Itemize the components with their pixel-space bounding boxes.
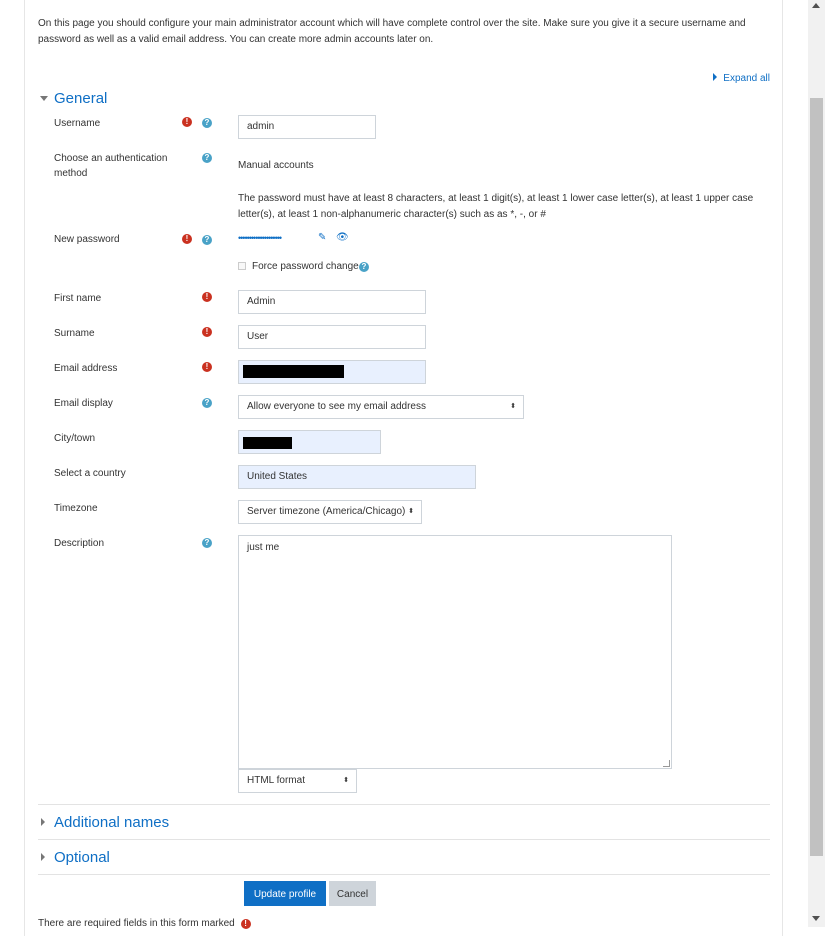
password-masked-value[interactable]: •••••••••••••••••••• bbox=[238, 233, 282, 243]
username-label: Username bbox=[54, 118, 101, 129]
redaction-block bbox=[243, 365, 344, 378]
section-general-header[interactable]: General bbox=[38, 90, 107, 107]
required-icon[interactable]: ! bbox=[202, 327, 212, 337]
cancel-button[interactable]: Cancel bbox=[329, 881, 376, 906]
description-format-value: HTML format bbox=[247, 775, 305, 786]
section-additional-names-title: Additional names bbox=[54, 814, 170, 831]
timezone-label: Timezone bbox=[54, 503, 98, 514]
caret-right-icon bbox=[713, 73, 718, 81]
city-label: City/town bbox=[54, 433, 96, 444]
required-fields-note: There are required fields in this form m… bbox=[38, 918, 251, 929]
email-display-label: Email display bbox=[54, 398, 113, 409]
pencil-icon[interactable]: ✎ bbox=[318, 232, 326, 243]
redaction-block bbox=[243, 437, 292, 449]
auth-method-label: Choose an authentication method bbox=[54, 153, 168, 179]
help-icon[interactable]: ? bbox=[202, 538, 212, 548]
required-icon[interactable]: ! bbox=[182, 234, 192, 244]
email-display-select[interactable]: Allow everyone to see my email address ⬍ bbox=[238, 395, 524, 419]
country-label: Select a country bbox=[54, 468, 126, 479]
description-format-select[interactable]: HTML format ⬍ bbox=[238, 769, 357, 793]
first-name-input[interactable]: Admin bbox=[238, 290, 426, 314]
new-password-label: New password bbox=[54, 234, 120, 245]
required-icon[interactable]: ! bbox=[182, 117, 192, 127]
intro-text: On this page you should configure your m… bbox=[38, 18, 746, 45]
section-divider bbox=[38, 839, 770, 840]
required-icon[interactable]: ! bbox=[202, 362, 212, 372]
expand-all-label: Expand all bbox=[723, 73, 770, 84]
caret-right-icon bbox=[41, 853, 45, 861]
section-additional-names-header[interactable]: Additional names bbox=[38, 814, 169, 831]
auth-method-value: Manual accounts bbox=[238, 160, 314, 171]
section-optional-title: Optional bbox=[54, 849, 110, 866]
description-textarea[interactable]: just me bbox=[238, 535, 672, 769]
vertical-scrollbar[interactable] bbox=[808, 0, 825, 927]
required-fields-note-text: There are required fields in this form m… bbox=[38, 918, 235, 929]
country-select[interactable]: United States bbox=[238, 465, 476, 489]
select-arrows-icon: ⬍ bbox=[343, 777, 349, 784]
scroll-up-arrow-icon[interactable] bbox=[812, 3, 820, 8]
update-profile-button[interactable]: Update profile bbox=[244, 881, 326, 906]
eye-icon[interactable]: 👁 bbox=[336, 232, 349, 243]
surname-label: Surname bbox=[54, 328, 95, 339]
help-icon[interactable]: ? bbox=[359, 262, 369, 272]
caret-right-icon bbox=[41, 818, 45, 826]
required-icon[interactable]: ! bbox=[202, 292, 212, 302]
select-arrows-icon: ⬍ bbox=[408, 508, 414, 515]
section-general-title: General bbox=[54, 90, 108, 107]
email-display-value: Allow everyone to see my email address bbox=[247, 401, 426, 412]
section-divider bbox=[38, 804, 770, 805]
help-icon[interactable]: ? bbox=[202, 235, 212, 245]
email-label: Email address bbox=[54, 363, 118, 374]
scroll-down-arrow-icon[interactable] bbox=[812, 916, 820, 921]
password-rules-text: The password must have at least 8 charac… bbox=[238, 193, 754, 220]
caret-down-icon bbox=[40, 96, 48, 101]
help-icon[interactable]: ? bbox=[202, 398, 212, 408]
expand-all-link[interactable]: Expand all bbox=[713, 73, 770, 84]
description-value: just me bbox=[247, 542, 280, 553]
help-icon[interactable]: ? bbox=[202, 153, 212, 163]
help-icon[interactable]: ? bbox=[202, 118, 212, 128]
select-arrows-icon: ⬍ bbox=[510, 403, 516, 410]
username-input[interactable]: admin bbox=[238, 115, 376, 139]
first-name-label: First name bbox=[54, 293, 102, 304]
force-password-change-label: Force password change bbox=[252, 261, 359, 272]
section-divider bbox=[38, 874, 770, 875]
resize-handle-icon[interactable] bbox=[663, 760, 670, 767]
required-icon: ! bbox=[240, 919, 251, 929]
scrollbar-thumb[interactable] bbox=[810, 98, 823, 856]
surname-input[interactable]: User bbox=[238, 325, 426, 349]
description-label: Description bbox=[54, 538, 105, 549]
timezone-select[interactable]: Server timezone (America/Chicago) ⬍ bbox=[238, 500, 422, 524]
section-optional-header[interactable]: Optional bbox=[38, 849, 110, 866]
timezone-value: Server timezone (America/Chicago) bbox=[247, 506, 406, 517]
force-password-change-checkbox[interactable] bbox=[238, 262, 246, 270]
